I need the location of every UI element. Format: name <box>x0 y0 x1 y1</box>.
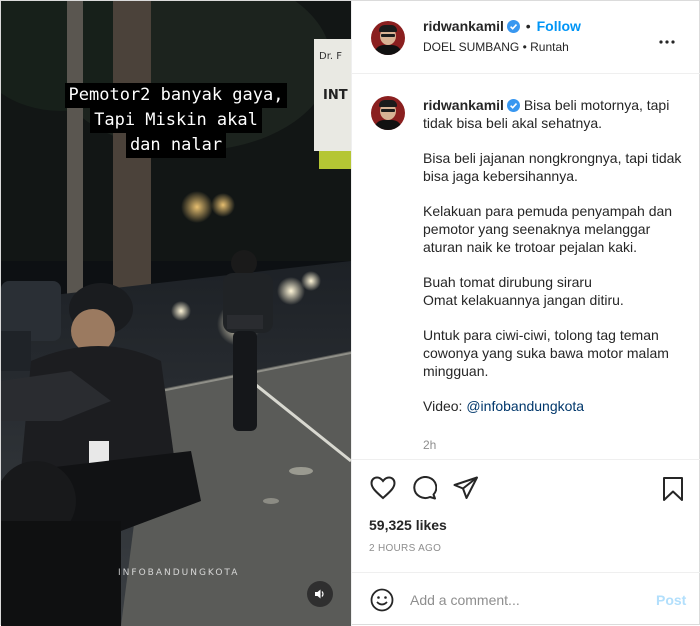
post-details-panel: ridwankamil • Follow DOEL SUMBANG • Runt… <box>351 1 700 626</box>
speaker-icon <box>315 589 324 599</box>
post-caption: ridwankamil Bisa beli motornya, tapi tid… <box>423 96 685 432</box>
sign-text-2: INT <box>323 88 348 103</box>
comment-icon <box>413 476 438 500</box>
caption-avatar[interactable] <box>371 96 405 130</box>
post-comment-button[interactable]: Post <box>656 592 686 608</box>
smiley-icon <box>370 588 394 612</box>
caption-paragraph-6: Video: @infobandungkota <box>423 397 685 415</box>
header-user-row: ridwankamil • Follow <box>423 18 581 34</box>
caption-rhyme-line-1: Buah tomat dirubung siraru <box>423 274 592 290</box>
overlay-line-3: dan nalar <box>125 133 227 158</box>
audio-attribution[interactable]: DOEL SUMBANG • Runtah <box>423 40 569 54</box>
caption-timestamp[interactable]: 2h <box>423 438 436 452</box>
emoji-button[interactable] <box>370 588 394 617</box>
audio-title: Runtah <box>530 40 569 54</box>
video-text-overlay: Pemotor2 banyak gaya, Tapi Miskin akal d… <box>31 83 321 158</box>
caption-username[interactable]: ridwankamil <box>423 97 504 113</box>
comments-area[interactable]: ridwankamil Bisa beli motornya, tapi tid… <box>352 75 700 459</box>
likes-count[interactable]: 59,325 likes <box>369 517 447 533</box>
caption-paragraph-5: Untuk para ciwi-ciwi, tolong tag teman c… <box>423 327 669 379</box>
post-age[interactable]: 2 HOURS AGO <box>369 543 441 554</box>
caption-paragraph-1: ridwankamil Bisa beli motornya, tapi tid… <box>423 96 685 132</box>
like-button[interactable] <box>370 476 396 505</box>
post-video[interactable]: Dr. F INT Pemotor2 banyak gaya, Tapi Mis… <box>1 1 351 626</box>
heart-icon <box>370 476 396 500</box>
share-button[interactable] <box>453 476 479 505</box>
follow-button[interactable]: Follow <box>537 18 581 34</box>
post-header: ridwankamil • Follow DOEL SUMBANG • Runt… <box>352 1 700 74</box>
comment-input[interactable] <box>410 588 650 612</box>
caption-paragraph-3: Kelakuan para pemuda penyampah dan pemot… <box>423 203 673 255</box>
header-username[interactable]: ridwankamil <box>423 18 504 34</box>
audio-separator: • <box>519 40 531 54</box>
caption-paragraph-2: Bisa beli jajanan nongkrongnya, tapi tid… <box>423 150 682 184</box>
verified-badge-icon <box>506 20 520 33</box>
save-button[interactable] <box>662 476 684 507</box>
overlay-line-2: Tapi Miskin akal <box>90 108 262 133</box>
bookmark-icon <box>663 477 683 501</box>
video-watermark: INFOBANDUNGKOTA <box>118 568 240 578</box>
video-credit-link[interactable]: @infobandungkota <box>466 398 584 414</box>
audio-artist: DOEL SUMBANG <box>423 40 520 54</box>
separator-dot: • <box>521 18 535 34</box>
instagram-post-modal: Dr. F INT Pemotor2 banyak gaya, Tapi Mis… <box>0 0 700 626</box>
caption-paragraph-4: Buah tomat dirubung siraru Omat kelakuann… <box>423 273 685 309</box>
more-dots-icon <box>659 40 675 44</box>
comment-button[interactable] <box>411 476 438 505</box>
caption-rhyme-line-2: Omat kelakuannya jangan ditiru. <box>423 292 624 308</box>
avatar[interactable] <box>371 21 405 55</box>
video-credit-label: Video: <box>423 398 463 414</box>
more-options-button[interactable] <box>659 31 675 49</box>
overlay-line-1: Pemotor2 banyak gaya, <box>64 83 288 108</box>
sound-toggle-button[interactable] <box>307 581 333 607</box>
sign-text-1: Dr. F <box>319 51 342 62</box>
add-comment-bar: Post <box>352 572 700 626</box>
share-icon <box>453 476 478 499</box>
post-actions: 59,325 likes 2 HOURS AGO <box>352 459 700 572</box>
verified-badge-icon <box>506 99 520 112</box>
